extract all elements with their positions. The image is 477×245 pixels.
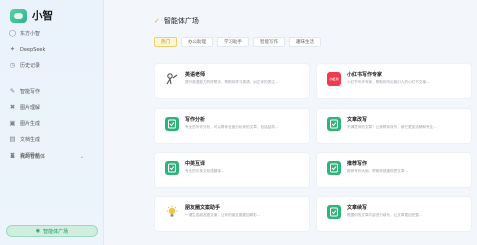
document-check-icon	[327, 161, 341, 175]
card-desc: 推荐写作大纲，帮助你快速构思文章...	[347, 169, 408, 173]
agent-card-translate[interactable]: 中英互译 专业的中英文双语翻译...	[154, 152, 310, 188]
bulb-icon	[165, 205, 179, 219]
chat-icon: ◯	[8, 29, 17, 38]
sidebar-item-image-generation[interactable]: ▣ 图片生成	[6, 118, 98, 129]
user-icon: ♟	[9, 152, 16, 161]
card-desc: 不满意你的文章？让我帮你改写，使它更加流畅和专业...	[347, 125, 437, 129]
sidebar: 小智 ◯ 东方小智 ✦ DeepSeek ◷ 历史记录 ✎ 智能写作 ✖ 图片理…	[0, 0, 104, 245]
document-check-icon	[165, 161, 179, 175]
card-title: 小红书写作专家	[347, 72, 383, 78]
agent-plaza-label: 智能体广场	[43, 228, 69, 235]
sidebar-item-label: 图片生成	[20, 121, 41, 127]
page-title: ✓ 智能体广场	[154, 16, 199, 26]
sidebar-item-dongfang[interactable]: ◯ 东方小智	[6, 28, 98, 39]
main-content: ✓ 智能体广场 热门 办公助理 学习助手 智能写作 趣味生活 英语老师 提升英语…	[104, 0, 477, 245]
sidebar-item-image-understanding[interactable]: ✖ 图片理解	[6, 102, 98, 113]
sidebar-item-label: 我的智能体	[20, 154, 46, 160]
card-title: 文章续写	[347, 205, 368, 211]
pen-icon: ✎	[9, 87, 16, 96]
xiaohongshu-icon: 小红书	[327, 72, 341, 86]
sidebar-item-label: 东方小智	[20, 31, 41, 37]
sidebar-item-history[interactable]: ◷ 历史记录	[6, 60, 98, 71]
sidebar-item-writing[interactable]: ✎ 智能写作	[6, 86, 98, 97]
card-title: 朋友圈文案助手	[185, 205, 221, 211]
agent-card-xiaohongshu[interactable]: 小红书 小红书写作专家 小红书写作专家，帮助你写出吸引人的小红书文案...	[316, 63, 472, 99]
chevron-down-icon: ⌄	[79, 153, 84, 160]
history-icon: ◷	[9, 61, 16, 70]
sidebar-item-my-agents[interactable]: ♟ 我的智能体 ⌄	[6, 151, 98, 162]
document-check-icon	[327, 117, 341, 131]
card-title: 写作分析	[185, 117, 206, 123]
card-desc: 一键生成朋友圈文案，让你的朋友圈更加精彩...	[185, 213, 261, 217]
whale-icon: ✦	[9, 45, 16, 54]
card-desc: 专业的中英文双语翻译...	[185, 169, 225, 173]
card-desc: 提升英语能力的好帮手，帮助你学习英语，纠正你的表达...	[185, 80, 279, 84]
picture-icon: ▣	[9, 119, 16, 128]
card-title: 文章改写	[347, 117, 368, 123]
sidebar-item-label: 智能写作	[20, 89, 41, 95]
category-tabs: 热门 办公助理 学习助手 智能写作 趣味生活	[154, 37, 321, 47]
tab-life[interactable]: 趣味生活	[289, 37, 321, 47]
tab-hot[interactable]: 热门	[154, 37, 177, 47]
sidebar-item-label: 历史记录	[20, 63, 41, 69]
brand[interactable]: 小智	[10, 8, 53, 23]
document-check-icon	[165, 117, 179, 131]
agent-card-article-continue[interactable]: 文章续写 根据你的文章内容进行续写，让文章更加完整...	[316, 196, 472, 232]
agent-card-writing-analysis[interactable]: 写作分析 专业的写作分析，可以帮你全面分析你的文章，包括结构...	[154, 108, 310, 144]
agent-card-recommend-writing[interactable]: 推荐写作 推荐写作大纲，帮助你快速构思文章...	[316, 152, 472, 188]
agent-card-article-rewrite[interactable]: 文章改写 不满意你的文章？让我帮你改写，使它更加流畅和专业...	[316, 108, 472, 144]
document-icon: ▤	[9, 135, 16, 144]
sidebar-top-nav: ◯ 东方小智 ✦ DeepSeek ◷ 历史记录	[6, 28, 98, 76]
card-title: 中英互译	[185, 161, 206, 167]
brand-logo-icon	[10, 8, 27, 23]
tab-office[interactable]: 办公助理	[181, 37, 213, 47]
card-desc: 专业的写作分析，可以帮你全面分析你的文章，包括结构...	[185, 125, 279, 129]
teacher-icon	[165, 72, 179, 86]
agent-card-moments-copy[interactable]: 朋友圈文案助手 一键生成朋友圈文案，让你的朋友圈更加精彩...	[154, 196, 310, 232]
page-title-text: 智能体广场	[163, 17, 199, 25]
plaza-title-icon: ✓	[154, 17, 160, 25]
card-title: 英语老师	[185, 72, 206, 78]
card-desc: 小红书写作专家，帮助你写出吸引人的小红书文案...	[347, 80, 430, 84]
tab-study[interactable]: 学习助手	[217, 37, 249, 47]
plaza-icon: ◉	[35, 228, 41, 234]
agent-card-english-teacher[interactable]: 英语老师 提升英语能力的好帮手，帮助你学习英语，纠正你的表达...	[154, 63, 310, 99]
sidebar-item-label: 文档生成	[20, 137, 41, 143]
brand-name: 小智	[32, 10, 53, 22]
sidebar-item-deepseek[interactable]: ✦ DeepSeek	[6, 44, 98, 55]
document-check-icon	[327, 205, 341, 219]
sidebar-item-label: 图片理解	[20, 105, 41, 111]
card-title: 推荐写作	[347, 161, 368, 167]
sidebar-item-label: DeepSeek	[20, 46, 46, 53]
tab-writing[interactable]: 智能写作	[253, 37, 285, 47]
sidebar-group-nav: ♟ 我的智能体 ⌄	[6, 151, 98, 167]
card-desc: 根据你的文章内容进行续写，让文章更加完整...	[347, 213, 423, 217]
sidebar-item-doc-generation[interactable]: ▤ 文档生成	[6, 134, 98, 145]
agent-plaza-button[interactable]: ◉ 智能体广场	[6, 225, 98, 237]
image-icon: ✖	[9, 103, 16, 112]
